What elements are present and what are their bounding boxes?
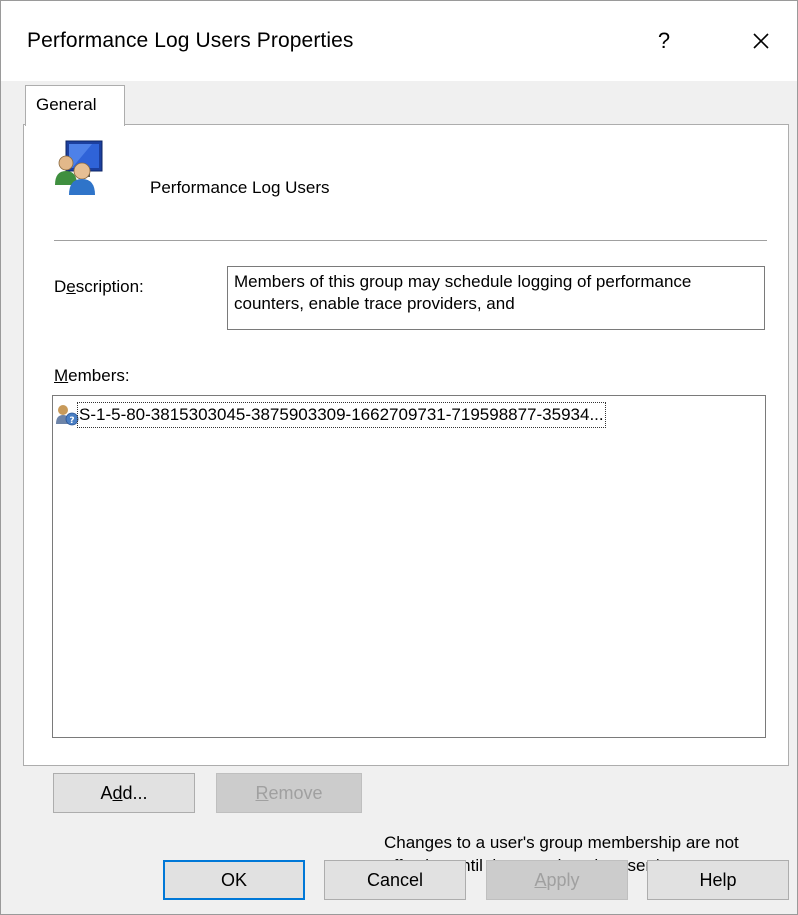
separator	[54, 240, 767, 242]
unknown-user-icon: ?	[56, 405, 79, 426]
members-label: Members:	[54, 366, 130, 385]
add-button[interactable]: Add...	[53, 773, 195, 813]
tab-general-label: General	[36, 95, 97, 114]
members-list[interactable]: ? S-1-5-80-3815303045-3875903309-1662709…	[52, 395, 766, 738]
ok-button[interactable]: OK	[163, 860, 305, 900]
help-button[interactable]: Help	[647, 860, 789, 900]
cancel-button[interactable]: Cancel	[324, 860, 466, 900]
close-button[interactable]	[741, 23, 781, 59]
help-title-button[interactable]: ?	[649, 23, 679, 59]
remove-button[interactable]: Remove	[216, 773, 362, 813]
description-field[interactable]: Members of this group may schedule loggi…	[227, 266, 765, 330]
title-bar[interactable]: Performance Log Users Properties ?	[1, 1, 797, 81]
general-tab-page: Performance Log Users Description: Membe…	[23, 124, 789, 766]
dialog-client-area: General Performance Log Users Descriptio…	[1, 81, 797, 914]
tab-general[interactable]: General	[25, 85, 125, 126]
description-label-text: Description:	[54, 277, 144, 296]
member-sid: S-1-5-80-3815303045-3875903309-166270973…	[77, 402, 606, 428]
window-title: Performance Log Users Properties	[27, 29, 354, 52]
properties-dialog: Performance Log Users Properties ? Gener…	[0, 0, 798, 915]
apply-button[interactable]: Apply	[486, 860, 628, 900]
group-users-icon	[55, 140, 103, 195]
close-icon	[753, 33, 769, 49]
list-item[interactable]: ? S-1-5-80-3815303045-3875903309-1662709…	[55, 402, 763, 428]
group-name: Performance Log Users	[150, 178, 330, 197]
svg-text:?: ?	[69, 416, 74, 426]
description-label: Description:	[54, 277, 144, 297]
question-icon: ?	[657, 28, 671, 53]
